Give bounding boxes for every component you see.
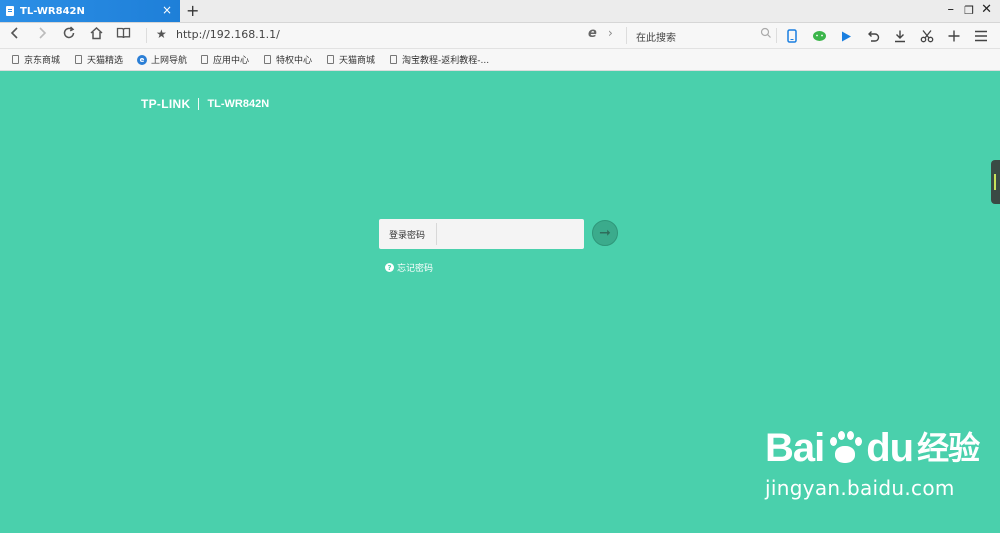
minimize-button[interactable]: – (948, 2, 955, 17)
bookmark-item[interactable]: 淘宝教程-返利教程-... (390, 53, 489, 66)
home-icon[interactable] (89, 26, 104, 44)
ie-icon: e (137, 54, 147, 65)
page-icon (75, 55, 82, 64)
reading-mode-icon[interactable] (116, 26, 131, 44)
download-icon[interactable] (892, 28, 908, 44)
page-icon (12, 55, 19, 64)
password-input[interactable] (439, 221, 587, 247)
bookmark-item[interactable]: 天猫精选 (75, 53, 123, 66)
tab-strip: TL-WR842N × + – ❐ ✕ (0, 0, 1000, 23)
paw-icon (826, 429, 864, 467)
forward-icon[interactable] (36, 26, 48, 44)
field-divider (436, 223, 437, 245)
toolbar-divider (146, 28, 147, 43)
tplink-logo: TP-LINK (141, 97, 191, 111)
back-icon[interactable] (9, 26, 21, 44)
baidu-watermark: Bai du 经验 jingyan.baidu.com (765, 426, 980, 500)
refresh-icon[interactable] (62, 26, 76, 44)
bookmark-item[interactable]: 天猫商城 (327, 53, 375, 66)
search-icon[interactable] (760, 27, 772, 42)
bookmarks-bar: 京东商城 天猫精选 e 上网导航 应用中心 特权中心 天猫商城 淘宝教程-返利教程… (0, 49, 1000, 71)
arrow-right-icon: ➞ (599, 225, 611, 241)
forgot-password-link[interactable]: ? 忘记密码 (385, 261, 433, 274)
restore-button[interactable]: ❐ (964, 4, 974, 17)
wechat-icon[interactable] (811, 28, 827, 44)
watermark-brand-mid: du (866, 426, 914, 470)
menu-icon[interactable] (973, 28, 989, 44)
search-input[interactable]: 在此搜索 (636, 29, 676, 44)
page-icon (201, 55, 208, 64)
star-icon[interactable]: ★ (156, 27, 167, 41)
toolbar-divider (776, 28, 777, 43)
bookmark-item[interactable]: 京东商城 (12, 53, 60, 66)
password-label: 登录密码 (389, 231, 426, 241)
play-icon[interactable] (838, 28, 854, 44)
browser-toolbar: ★ http://192.168.1.1/ e › 在此搜索 (0, 23, 1000, 49)
login-form: 登录密码 (379, 219, 587, 249)
brand-divider (198, 98, 200, 110)
chevron-right-icon[interactable]: › (608, 26, 613, 40)
page-icon (264, 55, 271, 64)
bookmark-item[interactable]: e 上网导航 (137, 53, 187, 66)
mobile-icon[interactable] (784, 28, 800, 44)
page-icon (6, 6, 14, 16)
bookmark-item[interactable]: 特权中心 (264, 53, 312, 66)
page-icon (327, 55, 334, 64)
watermark-brand-left: Bai (765, 426, 825, 470)
new-tab-button[interactable]: + (186, 1, 199, 20)
help-icon: ? (385, 263, 394, 272)
scissors-icon[interactable] (919, 28, 935, 44)
watermark-url: jingyan.baidu.com (765, 476, 955, 500)
address-bar[interactable]: http://192.168.1.1/ (176, 28, 280, 41)
close-window-button[interactable]: ✕ (981, 2, 992, 17)
side-panel-handle[interactable] (991, 160, 1000, 204)
tab-title: TL-WR842N (20, 5, 85, 17)
plus-icon[interactable] (946, 28, 962, 44)
login-submit-button[interactable]: ➞ (592, 220, 618, 246)
ie-engine-icon[interactable]: e (588, 26, 597, 41)
model-name: TL-WR842N (207, 98, 270, 110)
page-icon (390, 55, 397, 64)
forgot-password-text: 忘记密码 (397, 264, 434, 274)
tab-active[interactable]: TL-WR842N × (0, 0, 180, 22)
brand-header: TP-LINK TL-WR842N (141, 97, 269, 111)
url-separator (626, 27, 627, 44)
bookmark-item[interactable]: 应用中心 (201, 53, 249, 66)
close-tab-icon[interactable]: × (162, 3, 172, 17)
watermark-brand-right: 经验 (917, 430, 980, 466)
undo-icon[interactable] (865, 28, 881, 44)
